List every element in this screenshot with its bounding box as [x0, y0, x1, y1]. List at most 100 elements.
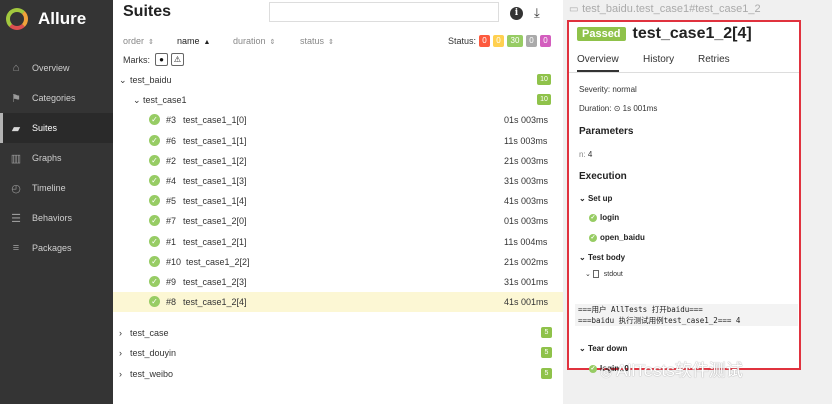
sort-name[interactable]: name ▲: [177, 36, 210, 46]
test-order: #5: [166, 196, 177, 207]
search-input[interactable]: [269, 2, 499, 22]
sidebar-item-behaviors[interactable]: ☰ Behaviors: [0, 203, 113, 233]
test-row[interactable]: ✓ #3 test_case1_1[0] 01s 003ms: [113, 110, 563, 130]
status-filter-unknown[interactable]: 0: [540, 35, 551, 47]
sort-duration[interactable]: duration ⇕: [233, 36, 275, 46]
sort-up-icon: ▲: [203, 39, 211, 46]
execution-heading: Execution: [579, 171, 627, 182]
test-row-selected[interactable]: ✓ #8 test_case1_2[4] 41s 001ms: [113, 292, 563, 313]
status-filter-broken[interactable]: 0: [493, 35, 504, 47]
test-row[interactable]: ✓ #4 test_case1_1[3] 31s 003ms: [113, 171, 563, 191]
attachment-row[interactable]: ⌄ stdout: [585, 270, 623, 279]
test-row[interactable]: ✓ #1 test_case1_2[1] 11s 004ms: [113, 232, 563, 252]
passed-icon: ✓: [589, 233, 597, 242]
packages-icon: ≡: [12, 242, 20, 254]
warning-mark-icon[interactable]: ⚠: [171, 53, 184, 66]
sidebar-item-suites[interactable]: ▰ Suites: [0, 113, 113, 143]
group-name: test_case: [130, 328, 169, 339]
setup-heading[interactable]: ⌄ Set up: [579, 194, 612, 203]
duration-value: 1s 001ms: [622, 104, 658, 113]
tree-group-test-weibo[interactable]: › test_weibo 5: [113, 364, 563, 384]
tab-history[interactable]: History: [643, 54, 674, 65]
suites-header: Suites i ⤓: [113, 0, 563, 32]
chevron-down-icon: ⌄: [119, 75, 127, 85]
setup-step[interactable]: ✓ open_baidu: [589, 233, 645, 242]
home-icon: ⌂: [12, 62, 20, 74]
passed-icon: ✓: [149, 215, 160, 227]
sort-name-label: name: [177, 36, 200, 46]
test-result-panel: Passed test_case1_2[4] Overview History …: [567, 20, 801, 373]
marks-bar: Marks: ● ⚠: [113, 52, 563, 70]
test-row[interactable]: ✓ #7 test_case1_2[0] 01s 003ms: [113, 211, 563, 231]
tree-group-test-baidu[interactable]: ⌄ test_baidu 10: [113, 70, 563, 90]
test-duration: 31s 001ms: [504, 276, 549, 287]
breadcrumb[interactable]: ▭ test_baidu.test_case1#test_case1_2: [569, 3, 761, 15]
test-detail-pane: ▭ test_baidu.test_case1#test_case1_2 Pas…: [563, 0, 832, 404]
status-filter-skipped[interactable]: 0: [526, 35, 537, 47]
setup-label: Set up: [587, 194, 613, 203]
passed-icon: ✓: [149, 255, 160, 267]
passed-icon: ✓: [149, 275, 160, 287]
test-row[interactable]: ✓ #2 test_case1_1[2] 21s 003ms: [113, 151, 563, 171]
test-order: #1: [166, 236, 177, 247]
info-icon[interactable]: i: [510, 7, 523, 20]
bar-chart-icon: ▥: [10, 152, 22, 165]
tab-overview[interactable]: Overview: [577, 54, 619, 72]
allure-report: Allure ⌂ Overview ⚑ Categories ▰ Suites …: [0, 0, 832, 404]
sidebar-item-label: Categories: [32, 93, 76, 103]
sidebar-item-label: Graphs: [32, 153, 62, 163]
test-body-heading[interactable]: ⌄ Test body: [579, 253, 625, 262]
sort-arrows-icon: ⇕: [328, 39, 334, 46]
step-name: open_baidu: [600, 233, 645, 242]
setup-step[interactable]: ✓ login: [589, 213, 619, 222]
briefcase-icon: ▰: [11, 122, 21, 135]
test-duration: 11s 004ms: [504, 236, 548, 247]
group-name: test_weibo: [130, 368, 174, 379]
duration-label: Duration:: [579, 104, 612, 113]
status-filter-passed[interactable]: 30: [507, 35, 523, 47]
test-row[interactable]: ✓ #9 test_case1_2[3] 31s 001ms: [113, 272, 563, 292]
file-icon: [592, 270, 599, 279]
tree-group-test-case1[interactable]: ⌄ test_case1 10: [113, 90, 563, 110]
brand[interactable]: Allure: [0, 0, 113, 38]
sort-order-label: order: [123, 36, 145, 46]
sidebar-item-graphs[interactable]: ▥ Graphs: [0, 143, 113, 173]
status-filter-failed[interactable]: 0: [479, 35, 490, 47]
tab-retries[interactable]: Retries: [698, 54, 730, 65]
test-row[interactable]: ✓ #5 test_case1_1[4] 41s 003ms: [113, 191, 563, 211]
sidebar: Allure ⌂ Overview ⚑ Categories ▰ Suites …: [0, 0, 113, 404]
test-row[interactable]: ✓ #6 test_case1_1[1] 11s 003ms: [113, 131, 563, 151]
count-badge: 5: [541, 327, 552, 339]
allure-logo-icon: [6, 8, 28, 30]
sidebar-item-timeline[interactable]: ◴ Timeline: [0, 173, 113, 203]
teardown-label: Tear down: [587, 344, 628, 353]
download-icon[interactable]: ⤓: [534, 5, 540, 21]
test-name: test_case1_2[4]: [183, 297, 247, 308]
flaky-mark-icon[interactable]: ●: [155, 53, 168, 66]
marks-label: Marks:: [123, 55, 150, 65]
chevron-down-icon: ⌄: [579, 253, 586, 262]
sidebar-item-overview[interactable]: ⌂ Overview: [0, 53, 113, 83]
sort-order[interactable]: order ⇕: [123, 36, 154, 46]
group-name: test_case1: [143, 95, 187, 106]
test-row[interactable]: ✓ #10 test_case1_2[2] 21s 002ms: [113, 252, 563, 272]
tree-group-test-case[interactable]: › test_case 5: [113, 323, 563, 343]
sidebar-item-categories[interactable]: ⚑ Categories: [0, 83, 113, 113]
test-name: test_case1_2[1]: [183, 236, 247, 247]
count-badge: 10: [537, 94, 551, 106]
sort-status[interactable]: status ⇕: [300, 36, 334, 46]
test-order: #9: [166, 276, 177, 287]
passed-icon: ✓: [589, 364, 597, 373]
parameter-row: n: 4: [579, 150, 592, 159]
passed-icon: ✓: [149, 154, 160, 166]
clock-icon: ⊙: [613, 104, 621, 113]
attachment-name: stdout: [603, 271, 623, 278]
brand-name: Allure: [38, 9, 87, 28]
suites-tree: ⌄ test_baidu 10 ⌄ test_case1 10 ✓ #3 tes…: [113, 70, 563, 384]
parameters-heading: Parameters: [579, 126, 634, 137]
tree-group-test-douyin[interactable]: › test_douyin 5: [113, 343, 563, 363]
teardown-heading[interactable]: ⌄ Tear down: [579, 344, 627, 353]
group-name: test_douyin: [130, 348, 177, 359]
sidebar-item-packages[interactable]: ≡ Packages: [0, 233, 113, 263]
passed-icon: ✓: [589, 213, 597, 222]
